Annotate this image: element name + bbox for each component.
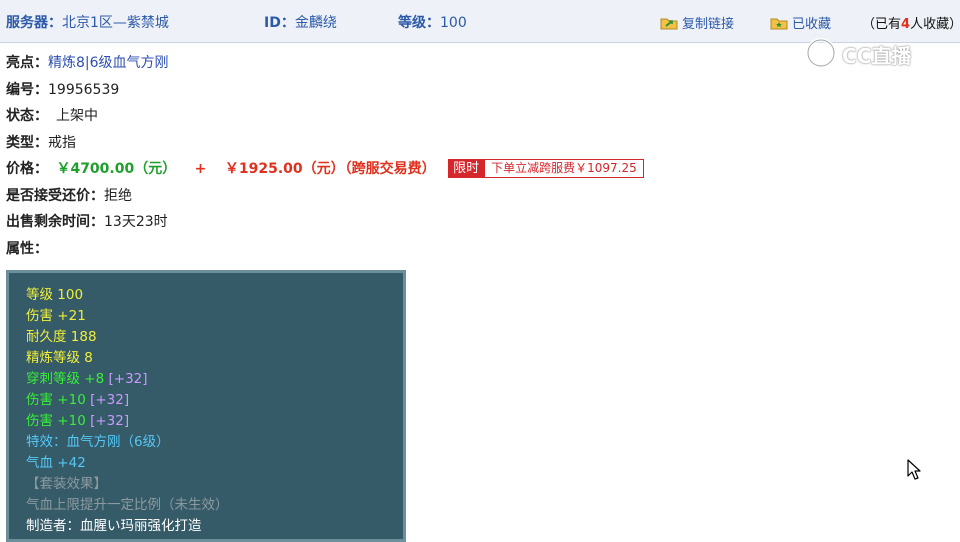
cc-watermark: CC直播 [804, 36, 934, 70]
copy-link-label: 复制链接 [682, 17, 735, 32]
attr-level-value: 100 [57, 287, 84, 303]
attr-pierce-name: 穿刺等级 [26, 371, 80, 387]
time-label: 出售剩余时间： [6, 214, 104, 230]
id-info: ID：金麟绕 [264, 12, 337, 32]
bargain-label: 是否接受还价： [6, 188, 104, 204]
attr-refine-value: 8 [84, 350, 93, 366]
price-label: 价格： [6, 161, 48, 177]
id-value: 金麟绕 [294, 15, 337, 31]
folder-star-icon [770, 18, 788, 30]
attr-damage3-value: +10 [57, 413, 86, 429]
attr-damage2-name: 伤害 [26, 392, 53, 408]
folder-link-icon [660, 18, 678, 30]
time-value: 13天23时 [104, 214, 168, 230]
collect-count: （已有4人收藏） [862, 13, 960, 32]
attr-damage-bonus-2: 伤害 +10 [+32] [26, 409, 129, 429]
attr-durability: 耐久度 188 [26, 325, 97, 345]
mouse-pointer-icon [907, 459, 921, 480]
attr-level-name: 等级 [26, 287, 53, 303]
attr-damage3-name: 伤害 [26, 413, 53, 429]
attr-pierce: 穿刺等级 +8 [+32] [26, 367, 148, 387]
watermark-text: CC直播 [842, 44, 912, 68]
time-row: 出售剩余时间：13天23时 [6, 211, 168, 231]
attr-refine: 精炼等级 8 [26, 346, 93, 366]
copy-link-button[interactable]: 复制链接 [660, 13, 734, 32]
id-label: ID： [264, 15, 295, 31]
price-plus: + [194, 161, 207, 177]
server-label: 服务器： [6, 15, 62, 31]
limited-time-tag: 限时 [448, 159, 485, 178]
type-value: 戒指 [48, 135, 76, 151]
limited-discount-text: 下单立减跨服费￥1097.25 [484, 159, 644, 178]
level-label: 等级： [398, 15, 440, 31]
number-row: 编号：19956539 [6, 79, 119, 99]
number-label: 编号： [6, 82, 48, 98]
server-value: 北京1区—紫禁城 [62, 15, 169, 31]
attribute-panel: 等级 100 伤害 +21 耐久度 188 精炼等级 8 穿刺等级 +8 [+3… [6, 270, 406, 542]
collect-prefix: （已有 [862, 17, 902, 32]
attr-hp-value: +42 [57, 455, 86, 471]
attr-durability-value: 188 [70, 329, 97, 345]
attr-damage2-bonus: [+32] [90, 392, 130, 408]
attr-damage-value: +21 [57, 308, 86, 324]
attr-damage2-value: +10 [57, 392, 86, 408]
collect-count-number: 4 [901, 17, 911, 32]
attr-maker: 制造者：血腥い玛丽强化打造 [26, 518, 202, 534]
status-label: 状态： [6, 108, 48, 124]
attr-hp: 气血 +42 [26, 451, 86, 471]
level-info: 等级：100 [398, 12, 467, 32]
attr-damage-bonus-1: 伤害 +10 [+32] [26, 388, 129, 408]
attr-level: 等级 100 [26, 283, 83, 303]
attributes-label: 属性： [6, 241, 48, 257]
highlight-label: 亮点： [6, 55, 48, 71]
attr-damage-name: 伤害 [26, 308, 53, 324]
collected-label: 已收藏 [792, 17, 832, 32]
attr-damage: 伤害 +21 [26, 304, 86, 324]
price-value: ￥4700.00（元） [56, 161, 177, 177]
cross-server-fee: ￥1925.00（元）（跨服交易费） [224, 161, 436, 177]
attr-special-effect: 特效：血气方刚（6级） [26, 434, 170, 450]
attr-set-description: 气血上限提升一定比例（未生效） [26, 497, 229, 513]
attr-damage3-bonus: [+32] [90, 413, 130, 429]
status-row: 状态： 上架中 [6, 105, 98, 125]
bargain-value: 拒绝 [104, 188, 132, 204]
collect-suffix: 人收藏） [910, 17, 960, 32]
server-info: 服务器：北京1区—紫禁城 [6, 12, 169, 32]
highlight-value[interactable]: 精炼8|6级血气方刚 [48, 55, 169, 71]
number-value: 19956539 [48, 82, 120, 98]
level-value: 100 [440, 15, 467, 31]
status-value: 上架中 [56, 108, 98, 124]
highlight-row: 亮点：精炼8|6级血气方刚 [6, 52, 169, 72]
attr-pierce-value: +8 [84, 371, 105, 387]
attr-hp-name: 气血 [26, 455, 53, 471]
type-label: 类型： [6, 135, 48, 151]
attr-refine-name: 精炼等级 [26, 350, 80, 366]
collected-button[interactable]: 已收藏 [770, 13, 831, 32]
price-row: 价格： ￥4700.00（元） + ￥1925.00（元）（跨服交易费） 限时下… [6, 158, 644, 178]
attributes-row: 属性： [6, 238, 48, 258]
attr-set-title: 【套装效果】 [26, 476, 107, 492]
cc-logo-icon [806, 38, 836, 68]
attr-pierce-bonus: [+32] [108, 371, 148, 387]
bargain-row: 是否接受还价：拒绝 [6, 185, 132, 205]
type-row: 类型：戒指 [6, 132, 76, 152]
attr-durability-name: 耐久度 [26, 329, 67, 345]
